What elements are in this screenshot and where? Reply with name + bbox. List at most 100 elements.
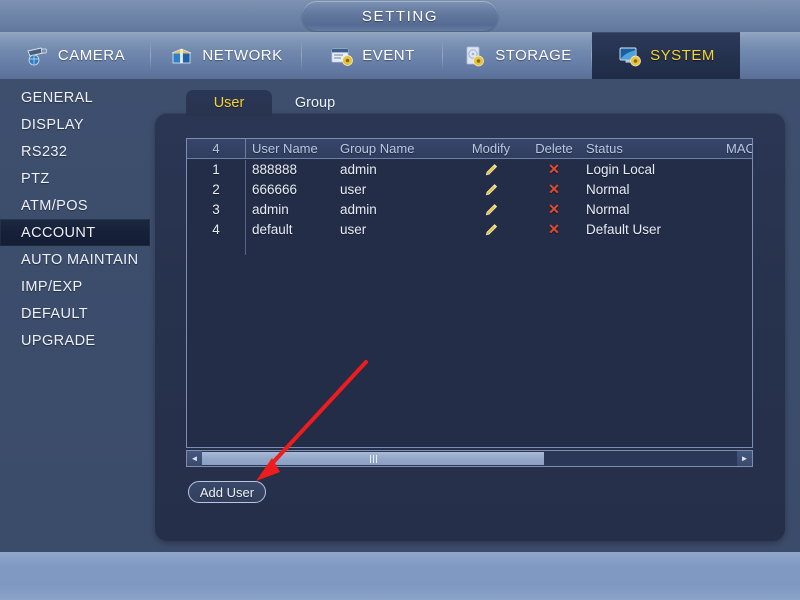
x-icon[interactable]: ✕ <box>548 162 560 176</box>
row-modify-cell[interactable] <box>460 221 522 236</box>
sidebar-item-general[interactable]: GENERAL <box>0 84 150 111</box>
dvr-settings-screen: SETTING CAMERA NETWORK EVENT STORAGE SYS… <box>0 0 800 600</box>
row-user-name: admin <box>252 201 289 217</box>
scrollbar-track[interactable] <box>202 451 737 466</box>
x-icon[interactable]: ✕ <box>548 182 560 196</box>
table-row[interactable]: 2 666666 user ✕ Normal <box>187 179 752 199</box>
sidebar-label-imp-exp: IMP/EXP <box>21 278 83 295</box>
add-user-label: Add User <box>199 484 255 500</box>
nav-item-storage[interactable]: STORAGE <box>443 32 591 79</box>
row-index: 3 <box>212 201 220 217</box>
row-modify-cell[interactable] <box>460 161 522 176</box>
horizontal-scrollbar[interactable]: ◄ ► <box>186 450 753 467</box>
add-user-button[interactable]: Add User <box>188 481 266 503</box>
sidebar-label-ptz: PTZ <box>21 170 50 187</box>
sidebar-item-rs232[interactable]: RS232 <box>0 138 150 165</box>
sidebar-label-display: DISPLAY <box>21 116 84 133</box>
table-row[interactable]: 1 888888 admin ✕ Login Local <box>187 159 752 179</box>
sidebar-item-account[interactable]: ACCOUNT <box>0 219 150 246</box>
sidebar-label-atm-pos: ATM/POS <box>21 197 88 214</box>
system-icon <box>619 47 642 66</box>
sidebar-label-account: ACCOUNT <box>21 224 96 241</box>
body-column-divider <box>245 160 246 255</box>
storage-icon <box>466 46 485 66</box>
user-table: 4 User Name Group Name Modify Delete Sta… <box>186 138 753 448</box>
scroll-right-glyph: ► <box>740 454 749 463</box>
tab-label-user: User <box>213 95 245 111</box>
sidebar-item-default[interactable]: DEFAULT <box>0 300 150 327</box>
row-group-name: user <box>340 181 367 197</box>
camera-icon <box>27 46 47 65</box>
nav-item-system[interactable]: SYSTEM <box>592 32 740 79</box>
sidebar-item-auto-maintain[interactable]: AUTO MAINTAIN <box>0 246 150 273</box>
event-icon <box>331 48 354 66</box>
row-delete-cell[interactable]: ✕ <box>522 222 586 237</box>
row-modify-cell[interactable] <box>460 181 522 196</box>
header-mac-address: MAC Ad <box>726 141 753 156</box>
x-icon[interactable]: ✕ <box>548 222 560 236</box>
row-group-name: admin <box>340 161 377 177</box>
sidebar-item-upgrade[interactable]: UPGRADE <box>0 327 150 354</box>
row-user-name: 666666 <box>252 181 298 197</box>
row-delete-cell[interactable]: ✕ <box>522 162 586 177</box>
grip-line <box>375 454 377 463</box>
row-modify-cell[interactable] <box>460 201 522 216</box>
table-header-row: 4 User Name Group Name Modify Delete Sta… <box>187 139 752 159</box>
header-column-divider <box>245 139 246 158</box>
row-group-name: admin <box>340 201 377 217</box>
nav-item-network[interactable]: NETWORK <box>151 32 301 79</box>
scroll-left-arrow-icon[interactable]: ◄ <box>187 451 202 466</box>
row-status: Normal <box>586 181 630 197</box>
row-index: 1 <box>212 161 220 177</box>
table-row[interactable]: 4 default user ✕ Default User <box>187 219 752 239</box>
sidebar-item-display[interactable]: DISPLAY <box>0 111 150 138</box>
header-delete: Delete <box>535 141 573 156</box>
table-row[interactable]: 3 admin admin ✕ Normal <box>187 199 752 219</box>
sidebar-label-upgrade: UPGRADE <box>21 332 96 349</box>
row-status: Login Local <box>586 161 656 177</box>
nav-label-camera: CAMERA <box>57 47 126 64</box>
row-index: 4 <box>212 221 220 237</box>
sidebar-label-auto-maintain: AUTO MAINTAIN <box>21 251 139 268</box>
tab-group[interactable]: Group <box>272 90 358 116</box>
row-user-name: 888888 <box>252 161 298 177</box>
tab-user[interactable]: User <box>186 90 272 116</box>
row-delete-cell[interactable]: ✕ <box>522 182 586 197</box>
row-delete-cell[interactable]: ✕ <box>522 202 586 217</box>
scroll-right-arrow-icon[interactable]: ► <box>737 451 752 466</box>
scroll-left-glyph: ◄ <box>190 454 199 463</box>
nav-label-network: NETWORK <box>202 47 283 64</box>
sidebar-item-ptz[interactable]: PTZ <box>0 165 150 192</box>
row-status: Normal <box>586 201 630 217</box>
pencil-icon[interactable] <box>484 163 498 177</box>
header-user-name[interactable]: User Name <box>245 141 340 156</box>
nav-item-camera[interactable]: CAMERA <box>0 32 150 79</box>
tab-strip: User Group <box>186 90 358 116</box>
row-index: 2 <box>212 181 220 197</box>
bottom-bar <box>0 552 800 600</box>
nav-label-storage: STORAGE <box>495 47 572 64</box>
header-modify: Modify <box>471 141 511 156</box>
scrollbar-thumb[interactable] <box>202 452 545 465</box>
sidebar-label-default: DEFAULT <box>21 305 88 322</box>
header-status: Status <box>586 141 623 156</box>
page-title: SETTING <box>361 7 439 25</box>
header-count: 4 <box>212 141 220 156</box>
sidebar-label-general: GENERAL <box>21 89 94 106</box>
pencil-icon[interactable] <box>484 183 498 197</box>
pencil-icon[interactable] <box>484 223 498 237</box>
main-navbar: CAMERA NETWORK EVENT STORAGE SYSTEM <box>0 32 800 79</box>
sidebar-label-rs232: RS232 <box>21 143 68 160</box>
sidebar-item-atm-pos[interactable]: ATM/POS <box>0 192 150 219</box>
sidebar-item-imp-exp[interactable]: IMP/EXP <box>0 273 150 300</box>
row-group-name: user <box>340 221 367 237</box>
nav-item-event[interactable]: EVENT <box>302 32 442 79</box>
header-group-name[interactable]: Group Name <box>340 141 460 156</box>
nav-label-system: SYSTEM <box>650 47 715 64</box>
row-user-name: default <box>252 221 293 237</box>
pencil-icon[interactable] <box>484 203 498 217</box>
nav-label-event: EVENT <box>362 47 415 64</box>
account-panel: 4 User Name Group Name Modify Delete Sta… <box>155 113 785 541</box>
x-icon[interactable]: ✕ <box>548 202 560 216</box>
setting-title-pill: SETTING <box>302 1 498 31</box>
